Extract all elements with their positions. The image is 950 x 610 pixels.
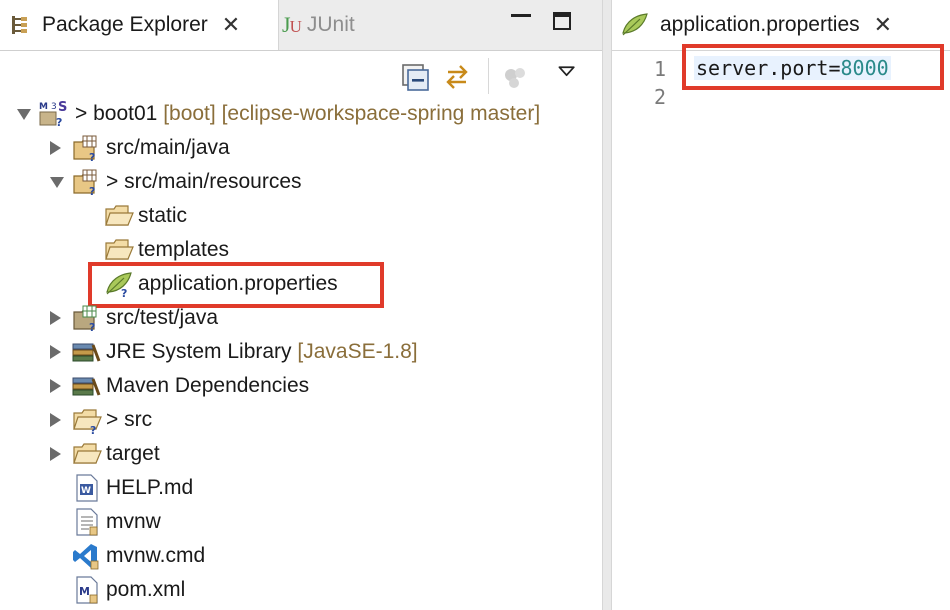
junit-icon-j: J — [282, 12, 291, 37]
library-icon — [72, 377, 101, 396]
maximize-icon[interactable] — [553, 12, 571, 30]
git-dirty-marker: > — [106, 170, 119, 193]
project-name: boot01 — [93, 102, 158, 125]
svg-text:?: ? — [89, 321, 95, 332]
tree-item-mvnw[interactable]: mvnw — [0, 505, 602, 539]
tree-item-help-md[interactable]: W HELP.md — [0, 471, 602, 505]
expand-arrow-icon[interactable] — [50, 345, 61, 359]
svg-text:?: ? — [89, 185, 95, 196]
tree-item-label: mvnw — [106, 510, 161, 533]
tree-item-jre-library[interactable]: JRE System Library [JavaSE-1.8] — [0, 335, 602, 369]
focus-icon[interactable] — [500, 60, 530, 94]
tree-item-src[interactable]: ? > src — [0, 403, 602, 437]
tree-item-project[interactable]: M 3 S ? > boot01 [boot] [eclipse-workspa… — [0, 97, 602, 131]
svg-text:M: M — [79, 585, 90, 598]
tree-item-target[interactable]: target — [0, 437, 602, 471]
vscode-file-icon — [73, 544, 99, 570]
minimize-icon[interactable] — [511, 14, 531, 17]
tree-item-label: > src — [106, 408, 152, 432]
view-tab-bar: Package Explorer ✕ JU JUnit — [0, 0, 602, 51]
source-folder-icon: ? — [73, 305, 97, 332]
tree-item-label: HELP.md — [106, 476, 194, 499]
text-file-icon — [76, 508, 98, 536]
tree-item-label: static — [138, 204, 188, 227]
tree-item-static[interactable]: static — [0, 199, 602, 233]
tree-item-label: JRE System Library [JavaSE-1.8] — [106, 340, 418, 364]
library-icon — [72, 343, 101, 362]
tree-item-label: templates — [138, 238, 230, 261]
expand-arrow-icon[interactable] — [50, 311, 61, 325]
tree-item-label: mvnw.cmd — [106, 544, 206, 567]
junit-icon: JU — [282, 12, 302, 38]
git-dirty-marker: > — [106, 408, 119, 431]
tab-package-explorer[interactable]: Package Explorer ✕ — [0, 0, 279, 50]
tree-item-maven-dependencies[interactable]: Maven Dependencies — [0, 369, 602, 403]
source-folder-icon: ? — [73, 135, 97, 162]
view-menu-icon[interactable] — [557, 64, 581, 80]
library-decoration: [JavaSE-1.8] — [297, 340, 418, 363]
project-decoration: [boot] [eclipse-workspace-spring master] — [163, 102, 541, 125]
properties-editor: application.properties ✕ 1 2 server.port… — [612, 0, 950, 610]
expand-arrow-icon[interactable] — [50, 141, 61, 155]
close-icon[interactable]: ✕ — [222, 12, 240, 38]
line-number: 2 — [654, 85, 667, 109]
close-icon[interactable]: ✕ — [874, 12, 892, 38]
link-with-editor-icon[interactable] — [442, 60, 472, 94]
folder-icon — [73, 443, 102, 464]
collapse-all-icon[interactable] — [400, 60, 430, 94]
editor-tab-label: application.properties — [660, 13, 860, 36]
maven-project-icon: M 3 S ? — [39, 100, 67, 127]
junit-icon-u: U — [289, 17, 302, 36]
tree-item-pom-xml[interactable]: M pom.xml — [0, 573, 602, 607]
pane-splitter[interactable] — [602, 0, 612, 610]
svg-text:M: M — [39, 102, 48, 112]
package-explorer-icon — [12, 16, 27, 34]
tree-item-src-test-java[interactable]: ? src/test/java — [0, 301, 602, 335]
folder-icon — [105, 205, 134, 226]
tree-item-label: pom.xml — [106, 578, 186, 601]
expand-arrow-icon[interactable] — [50, 413, 61, 427]
folder-name: src — [124, 408, 153, 431]
tree-item-label: src/main/java — [106, 136, 230, 159]
tree-item-label: > src/main/resources — [106, 170, 302, 194]
package-explorer-view: Package Explorer ✕ JU JUnit M 3 S ? > bo… — [0, 0, 602, 610]
svg-text:?: ? — [56, 116, 62, 127]
source-folder-icon: ? — [73, 169, 97, 196]
tab-junit-label: JUnit — [306, 13, 355, 36]
highlight-box — [682, 44, 944, 90]
tree-item-label: target — [106, 442, 160, 465]
svg-text:S: S — [58, 100, 67, 115]
tree-item-src-main-resources[interactable]: ? > src/main/resources — [0, 165, 602, 199]
markdown-file-icon: W — [76, 474, 98, 502]
tree-item-mvnw-cmd[interactable]: mvnw.cmd — [0, 539, 602, 573]
git-dirty-marker: > — [75, 102, 88, 125]
pom-file-icon: M — [76, 576, 98, 604]
svg-text:3: 3 — [51, 102, 57, 112]
tree-item-label: Maven Dependencies — [106, 374, 310, 397]
toolbar-separator — [488, 58, 489, 94]
expand-arrow-icon[interactable] — [50, 447, 61, 461]
tab-junit[interactable]: JU JUnit — [282, 0, 355, 50]
svg-text:?: ? — [90, 424, 96, 435]
folder-icon: ? — [73, 409, 102, 435]
expand-arrow-icon[interactable] — [17, 109, 31, 120]
line-number: 1 — [654, 57, 667, 81]
tree-item-project-label: > boot01 [boot] [eclipse-workspace-sprin… — [75, 102, 540, 126]
expand-arrow-icon[interactable] — [50, 177, 64, 188]
tab-package-explorer-label: Package Explorer — [42, 13, 208, 36]
folder-name: src/main/resources — [124, 170, 302, 193]
svg-text:W: W — [81, 486, 91, 496]
tree-item-src-main-java[interactable]: ? src/main/java — [0, 131, 602, 165]
tree-item-label: src/test/java — [106, 306, 219, 329]
svg-text:?: ? — [89, 151, 95, 162]
library-name: JRE System Library — [106, 340, 292, 363]
expand-arrow-icon[interactable] — [50, 379, 61, 393]
folder-icon — [105, 239, 134, 260]
leaf-icon — [622, 13, 648, 36]
